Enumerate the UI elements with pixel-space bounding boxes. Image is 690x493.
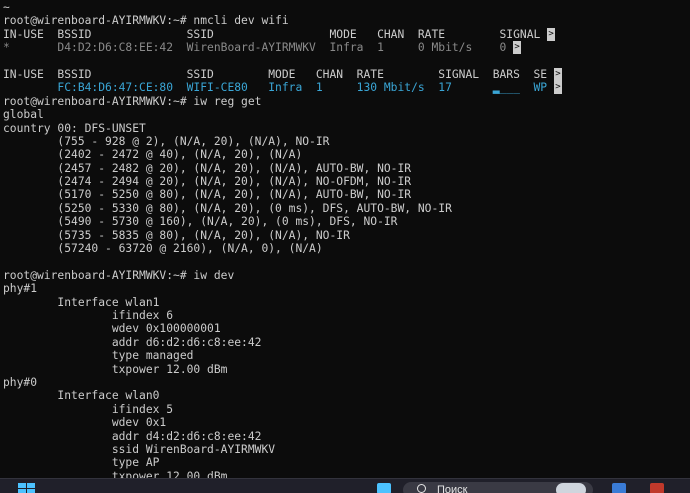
terminal-line-text: (57240 - 63720 @ 2160), (N/A, 0), (N/A) [3, 242, 323, 256]
terminal-line-text: (2402 - 2472 @ 40), (N/A, 20), (N/A) [3, 148, 303, 162]
terminal-line-text: IN-USE BSSID SSID MODE CHAN RATE SIGNAL … [3, 67, 548, 81]
search-highlight-icon[interactable] [556, 483, 586, 493]
terminal-line: wdev 0x100000001 [3, 322, 690, 335]
terminal-line: Interface wlan0 [3, 389, 690, 402]
terminal-line: root@wirenboard-AYIRMWKV:~# iw reg get [3, 95, 690, 108]
terminal-line: root@wirenboard-AYIRMWKV:~# nmcli dev wi… [3, 14, 690, 27]
terminal-line-text: txpower 12.00 dBm [3, 362, 228, 376]
terminal-line: (5490 - 5730 @ 160), (N/A, 20), (0 ms), … [3, 215, 690, 228]
terminal-line-text: ssid WirenBoard-AYIRMWKV [3, 442, 276, 456]
overflow-indicator-icon: > [547, 27, 556, 41]
terminal-line: * D4:D2:D6:C8:EE:42 WirenBoard-AYIRMWKV … [3, 41, 690, 55]
terminal-line-text: (5170 - 5250 @ 80), (N/A, 20), (N/A), AU… [3, 188, 412, 202]
terminal-line-text: country 00: DFS-UNSET [3, 121, 146, 135]
terminal-line: (2474 - 2494 @ 20), (N/A, 20), (N/A), NO… [3, 175, 690, 188]
terminal-line: global [3, 108, 690, 121]
terminal-line: ifindex 6 [3, 309, 690, 322]
search-placeholder: Поиск [437, 484, 468, 493]
terminal-line-text: (755 - 928 @ 2), (N/A, 20), (N/A), NO-IR [3, 134, 330, 148]
terminal-line: addr d4:d2:d6:c8:ee:42 [3, 430, 690, 443]
terminal-line: ifindex 5 [3, 403, 690, 416]
terminal-line: (5735 - 5835 @ 80), (N/A, 20), (N/A), NO… [3, 229, 690, 242]
terminal-line: wdev 0x1 [3, 416, 690, 429]
terminal-line-text: FC:B4:D6:47:CE:80 WIFI-CE80 Infra 1 130 … [3, 81, 548, 95]
terminal-line-text: root@wirenboard-AYIRMWKV:~# iw reg get [3, 94, 262, 108]
terminal-line-text: (2474 - 2494 @ 20), (N/A, 20), (N/A), NO… [3, 175, 412, 189]
terminal-line: IN-USE BSSID SSID MODE CHAN RATE SIGNAL … [3, 27, 690, 41]
terminal-line: root@wirenboard-AYIRMWKV:~# iw dev [3, 269, 690, 282]
terminal-line-text: phy#0 [3, 375, 38, 389]
taskbar: Поиск [0, 478, 690, 493]
terminal-line-text: IN-USE BSSID SSID MODE CHAN RATE SIGNAL [3, 27, 541, 41]
terminal-line-text: root@wirenboard-AYIRMWKV:~# nmcli dev wi… [3, 14, 289, 28]
terminal-line: ~ [3, 1, 690, 14]
terminal-line: Interface wlan1 [3, 296, 690, 309]
terminal-line: (5170 - 5250 @ 80), (N/A, 20), (N/A), AU… [3, 188, 690, 201]
terminal-line: IN-USE BSSID SSID MODE CHAN RATE SIGNAL … [3, 67, 690, 81]
terminal-line-text: (5250 - 5330 @ 80), (N/A, 20), (0 ms), D… [3, 201, 452, 215]
overflow-indicator-icon: > [513, 41, 522, 55]
terminal-line-text: ifindex 6 [3, 308, 174, 322]
overflow-indicator-icon: > [553, 67, 562, 81]
terminal-window[interactable]: ~ root@wirenboard-AYIRMWKV:~# nmcli dev w… [0, 0, 690, 478]
terminal-line-text: wdev 0x1 [3, 416, 167, 430]
terminal-line: addr d6:d2:d6:c8:ee:42 [3, 336, 690, 349]
terminal-line: (2457 - 2482 @ 20), (N/A, 20), (N/A), AU… [3, 162, 690, 175]
terminal-line-text: (2457 - 2482 @ 20), (N/A, 20), (N/A), AU… [3, 161, 412, 175]
terminal-line: phy#1 [3, 282, 690, 295]
app-icon[interactable] [650, 483, 664, 493]
terminal-line-text: ~ [3, 1, 10, 14]
terminal-line-text: ifindex 5 [3, 402, 174, 416]
terminal-line-text: phy#1 [3, 282, 38, 296]
terminal-line-text: Interface wlan1 [3, 295, 160, 309]
terminal-line: (57240 - 63720 @ 2160), (N/A, 0), (N/A) [3, 242, 690, 255]
windows-start-icon[interactable] [18, 483, 36, 493]
terminal-line-text: txpower 12.00 dBm [3, 469, 228, 478]
file-explorer-icon[interactable] [612, 483, 626, 493]
search-icon [417, 484, 426, 493]
terminal-line-text: root@wirenboard-AYIRMWKV:~# iw dev [3, 268, 235, 282]
overflow-indicator-icon: > [553, 81, 562, 95]
terminal-line: (755 - 928 @ 2), (N/A, 20), (N/A), NO-IR [3, 135, 690, 148]
terminal-line: txpower 12.00 dBm [3, 470, 690, 478]
terminal-line-text: global [3, 108, 44, 122]
terminal-line: type managed [3, 349, 690, 362]
terminal-line: (2402 - 2472 @ 40), (N/A, 20), (N/A) [3, 148, 690, 161]
terminal-line: (5250 - 5330 @ 80), (N/A, 20), (0 ms), D… [3, 202, 690, 215]
widgets-icon[interactable] [377, 483, 391, 493]
terminal-line: ssid WirenBoard-AYIRMWKV [3, 443, 690, 456]
terminal-line-text: addr d6:d2:d6:c8:ee:42 [3, 335, 262, 349]
terminal-line-text: * D4:D2:D6:C8:EE:42 WirenBoard-AYIRMWKV … [3, 41, 507, 55]
terminal-line-text: Interface wlan0 [3, 389, 160, 403]
terminal-line: country 00: DFS-UNSET [3, 122, 690, 135]
terminal-line-text: (5735 - 5835 @ 80), (N/A, 20), (N/A), NO… [3, 228, 350, 242]
terminal-line-text: wdev 0x100000001 [3, 322, 221, 336]
terminal-line-text: type AP [3, 456, 160, 470]
terminal-line: type AP [3, 456, 690, 469]
terminal-line-text: (5490 - 5730 @ 160), (N/A, 20), (0 ms), … [3, 215, 398, 229]
terminal-line-text: type managed [3, 349, 194, 363]
terminal-line: txpower 12.00 dBm [3, 363, 690, 376]
terminal-line: FC:B4:D6:47:CE:80 WIFI-CE80 Infra 1 130 … [3, 81, 690, 95]
terminal-line-text: addr d4:d2:d6:c8:ee:42 [3, 429, 262, 443]
terminal-line: phy#0 [3, 376, 690, 389]
